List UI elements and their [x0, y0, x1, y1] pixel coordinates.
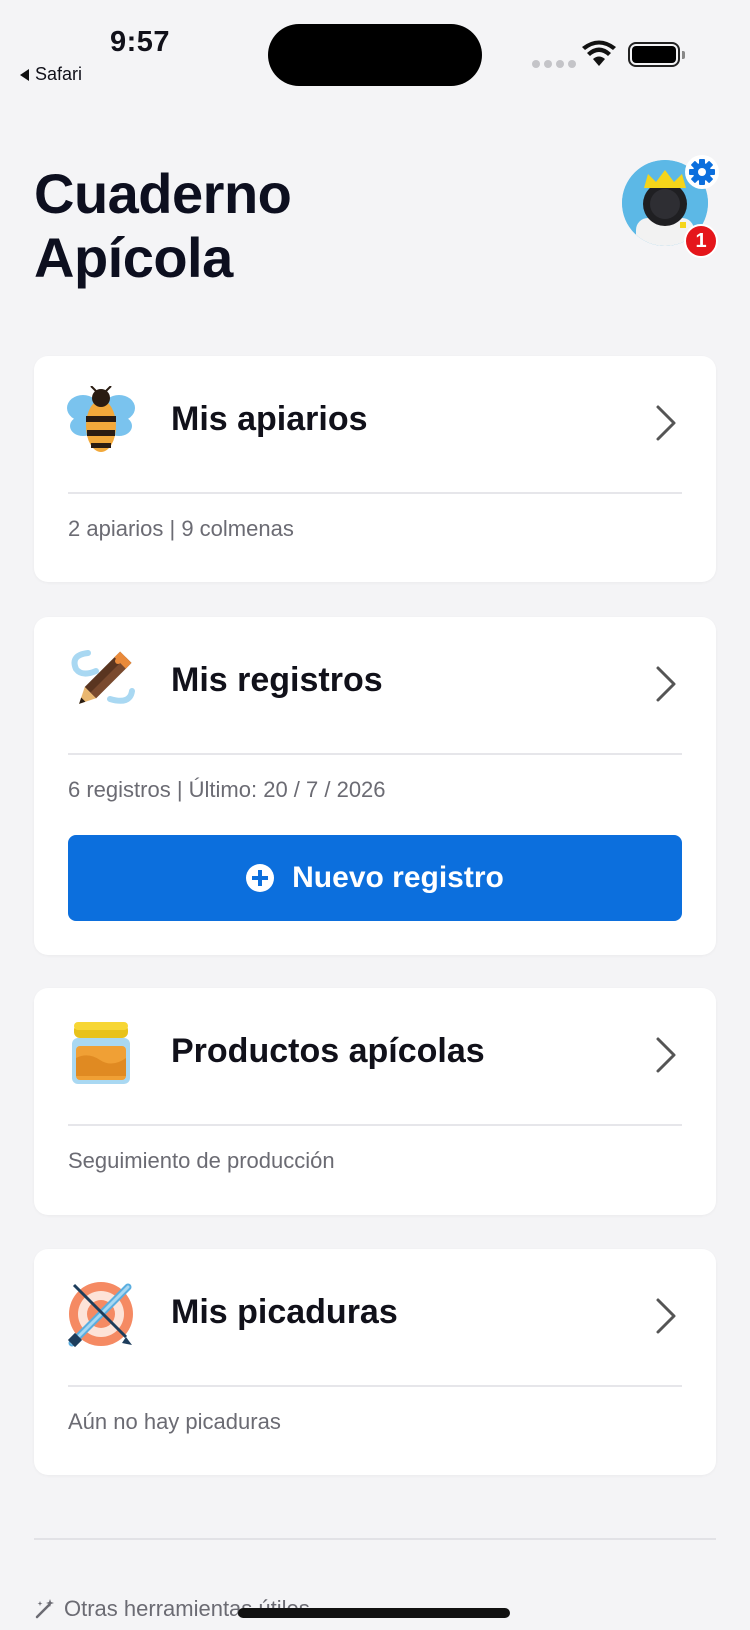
apiaries-card[interactable]: Mis apiarios 2 apiarios | 9 colmenas: [34, 356, 716, 582]
status-time: 9:57: [110, 26, 171, 58]
records-card[interactable]: Mis registros 6 registros | Último: 20 /…: [34, 617, 716, 955]
magic-wand-icon: [35, 1599, 54, 1619]
card-divider: [68, 1124, 682, 1126]
back-to-app-link[interactable]: Safari: [20, 64, 82, 85]
apiaries-title: Mis apiarios: [171, 400, 368, 438]
page-title-line1: Cuaderno: [34, 162, 292, 225]
wifi-icon: [582, 40, 616, 66]
records-title: Mis registros: [171, 661, 383, 699]
cellular-signal-icon: [532, 60, 576, 68]
back-app-label: Safari: [35, 64, 83, 84]
apiaries-summary: 2 apiarios | 9 colmenas: [68, 516, 294, 541]
gear-icon[interactable]: [684, 154, 720, 190]
pencil-icon: [71, 650, 135, 704]
stings-title: Mis picaduras: [171, 1293, 398, 1331]
page-title-line2: Apícola: [34, 226, 233, 289]
chevron-right-icon: [656, 1298, 676, 1334]
products-card[interactable]: Productos apícolas Seguimiento de produc…: [34, 988, 716, 1215]
battery-icon: [628, 42, 685, 67]
card-divider: [68, 1385, 682, 1387]
products-card-header[interactable]: Productos apícolas: [34, 988, 716, 1124]
notification-badge: 1: [684, 224, 718, 258]
dynamic-island: [268, 24, 482, 86]
stings-summary: Aún no hay picaduras: [68, 1409, 281, 1434]
page-title: Cuaderno Apícola: [34, 162, 454, 290]
products-summary: Seguimiento de producción: [68, 1148, 335, 1173]
home-indicator[interactable]: [238, 1608, 510, 1618]
records-card-header[interactable]: Mis registros: [34, 617, 716, 753]
plus-circle-icon: [246, 864, 275, 892]
chevron-right-icon: [656, 1037, 676, 1073]
chevron-right-icon: [656, 666, 676, 702]
status-bar: 9:57 Safari: [0, 0, 750, 100]
card-divider: [68, 492, 682, 494]
target-sword-icon: [67, 1282, 133, 1348]
back-triangle-icon: [20, 68, 29, 81]
honey-jar-icon: [72, 1022, 130, 1084]
new-record-button[interactable]: Nuevo registro: [68, 835, 682, 921]
stings-card[interactable]: Mis picaduras Aún no hay picaduras: [34, 1249, 716, 1475]
products-title: Productos apícolas: [171, 1032, 485, 1070]
records-summary: 6 registros | Último: 20 / 7 / 2026: [68, 777, 386, 802]
apiaries-card-header[interactable]: Mis apiarios: [34, 356, 716, 492]
section-divider: [34, 1538, 716, 1540]
bee-icon: [67, 386, 135, 452]
chevron-right-icon: [656, 405, 676, 441]
profile-avatar-button[interactable]: 1: [620, 154, 720, 258]
stings-card-header[interactable]: Mis picaduras: [34, 1249, 716, 1385]
new-record-label: Nuevo registro: [292, 861, 504, 894]
card-divider: [68, 753, 682, 755]
